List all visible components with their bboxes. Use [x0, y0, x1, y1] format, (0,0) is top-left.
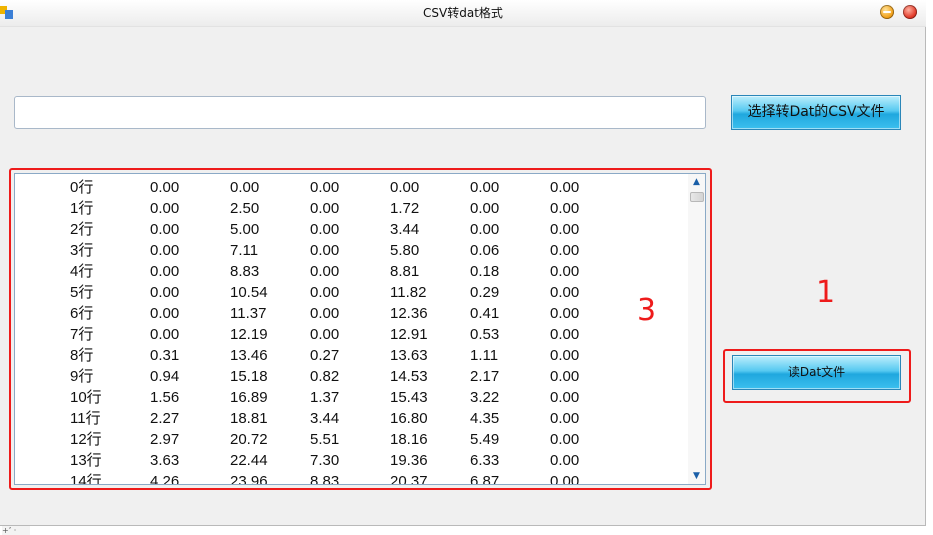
- main-window: CSV转dat格式 选择转Dat的CSV文件 0行 0.00 0.00 0.00 0.0…: [0, 0, 926, 526]
- close-icon[interactable]: [903, 5, 917, 19]
- annotation-label-1: 1: [816, 275, 836, 310]
- window-title: CSV转dat格式: [423, 6, 503, 20]
- minimize-icon[interactable]: [880, 5, 894, 19]
- title-bar: CSV转dat格式: [0, 0, 926, 27]
- corner-glyph: +’ ·: [2, 526, 30, 535]
- annotation-box-list: [9, 168, 712, 490]
- select-csv-button[interactable]: 选择转Dat的CSV文件: [731, 95, 901, 130]
- annotation-label-3: 3: [637, 293, 657, 328]
- csv-path-input[interactable]: [14, 96, 706, 129]
- annotation-box-button: [723, 349, 911, 403]
